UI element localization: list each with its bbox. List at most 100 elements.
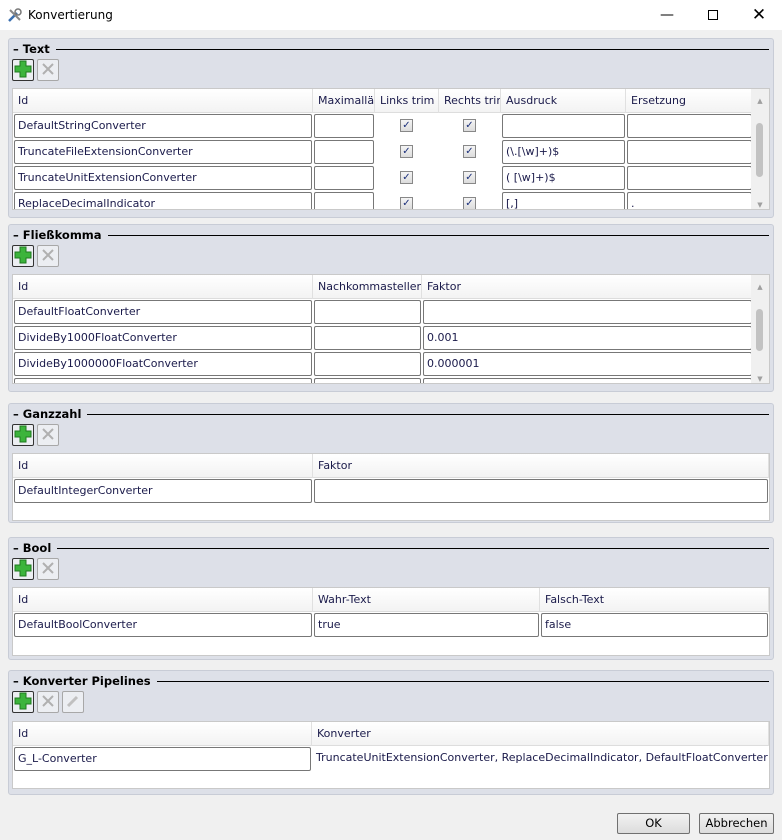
column-header[interactable]: Maximallä	[313, 89, 375, 113]
ausdruck-field[interactable]: ( [\w]+)$	[502, 166, 625, 190]
checkbox-rechts-trir[interactable]: ✓	[463, 119, 476, 132]
ersetzung-field[interactable]	[627, 166, 752, 190]
falsch-text-field[interactable]: false	[541, 613, 768, 637]
table-row: DefaultFloatConverter	[13, 299, 769, 325]
nachkommasteller-field[interactable]	[314, 326, 421, 350]
maximall--field[interactable]	[314, 140, 374, 164]
id-field[interactable]: DefaultStringConverter	[14, 114, 312, 138]
faktor-field[interactable]: 1	[423, 378, 752, 383]
scroll-down-arrow[interactable]: ▼	[751, 201, 769, 209]
delete-icon	[40, 693, 56, 712]
ok-button[interactable]: OK	[617, 813, 690, 834]
column-header[interactable]: Id	[13, 275, 313, 299]
delete-icon	[40, 61, 56, 80]
plus-icon	[14, 425, 32, 446]
id-field[interactable]: TrimTo2DecimalPl	[14, 378, 312, 383]
maximize-button[interactable]	[690, 0, 736, 30]
faktor-field[interactable]	[314, 479, 768, 503]
table-row: ReplaceDecimalIndicator ✓ ✓ [,].	[13, 191, 769, 209]
column-header[interactable]: Id	[13, 454, 313, 478]
ausdruck-field[interactable]	[502, 114, 625, 138]
maximall--field[interactable]	[314, 166, 374, 190]
column-header[interactable]: Id	[13, 722, 312, 746]
delete-integer-button	[37, 424, 59, 446]
pencil-icon	[65, 693, 81, 712]
checkbox-rechts-trir[interactable]: ✓	[463, 197, 476, 209]
checkbox-links-trim[interactable]: ✓	[400, 197, 413, 209]
konverter-field[interactable]: TruncateUnitExtensionConverter, ReplaceD…	[313, 747, 768, 771]
scrollbar-thumb[interactable]	[756, 123, 763, 177]
plus-icon	[14, 692, 32, 713]
cancel-button[interactable]: Abbrechen	[699, 813, 774, 834]
column-header[interactable]: Ausdruck	[501, 89, 626, 113]
maximall--field[interactable]	[314, 114, 374, 138]
column-header[interactable]: Faktor	[313, 454, 769, 478]
add-float-button[interactable]	[12, 245, 34, 267]
close-button[interactable]: ✕	[736, 0, 782, 30]
checkbox-links-trim[interactable]: ✓	[400, 145, 413, 158]
column-header[interactable]: Wahr-Text	[313, 588, 540, 612]
ersetzung-field[interactable]	[627, 140, 752, 164]
id-field[interactable]: DefaultBoolConverter	[14, 613, 312, 637]
table-row: DefaultBoolConverter true false	[13, 612, 769, 638]
scroll-up-arrow[interactable]: ▲	[751, 283, 769, 291]
ersetzung-field[interactable]	[627, 114, 752, 138]
nachkommasteller-field[interactable]	[314, 300, 421, 324]
checkbox-links-trim[interactable]: ✓	[400, 119, 413, 132]
column-header[interactable]: Falsch-Text	[540, 588, 769, 612]
column-header[interactable]: Id	[13, 89, 313, 113]
ausdruck-field[interactable]: [,]	[502, 192, 625, 209]
checkbox-rechts-trir[interactable]: ✓	[463, 171, 476, 184]
bool-table: Id Wahr-Text Falsch-Text DefaultBoolConvert…	[12, 587, 770, 656]
column-header[interactable]: Id	[13, 588, 313, 612]
faktor-field[interactable]: 0.000001	[423, 352, 752, 376]
column-header[interactable]: Rechts trir	[439, 89, 501, 113]
id-field[interactable]: ReplaceDecimalIndicator	[14, 192, 312, 209]
add-bool-button[interactable]	[12, 558, 34, 580]
column-header[interactable]: Konverter	[312, 722, 769, 746]
vertical-scrollbar[interactable]: ▲ ▼	[751, 89, 769, 209]
id-field[interactable]: DefaultFloatConverter	[14, 300, 312, 324]
delete-icon	[40, 560, 56, 579]
dialog-body: OK Abbrechen – Text Id Maximallä Links trim…	[0, 30, 782, 840]
section-integer: – Ganzzahl Id Faktor DefaultIntegerConverte…	[8, 403, 774, 523]
add-pipelines-button[interactable]	[12, 691, 34, 713]
delete-float-button	[37, 245, 59, 267]
scrollbar-thumb[interactable]	[756, 309, 763, 351]
delete-text-button	[37, 59, 59, 81]
nachkommasteller-field[interactable]	[314, 352, 421, 376]
add-integer-button[interactable]	[12, 424, 34, 446]
table-row: DivideBy1000FloatConverter 0.001	[13, 325, 769, 351]
wahr-text-field[interactable]: true	[314, 613, 539, 637]
vertical-scrollbar[interactable]: ▲ ▼	[751, 275, 769, 383]
section-title: – Fließkomma	[13, 228, 102, 242]
id-field[interactable]: G_L-Converter	[14, 747, 311, 771]
faktor-field[interactable]: 0.001	[423, 326, 752, 350]
scroll-up-arrow[interactable]: ▲	[751, 97, 769, 105]
maximall--field[interactable]	[314, 192, 374, 209]
checkbox-links-trim[interactable]: ✓	[400, 171, 413, 184]
checkbox-rechts-trir[interactable]: ✓	[463, 145, 476, 158]
id-field[interactable]: DivideBy1000000FloatConverter	[14, 352, 312, 376]
minimize-button[interactable]: —	[644, 0, 690, 30]
table-header: Id Wahr-Text Falsch-Text	[13, 588, 769, 612]
scroll-down-arrow[interactable]: ▼	[751, 375, 769, 383]
id-field[interactable]: TruncateUnitExtensionConverter	[14, 166, 312, 190]
column-header[interactable]: Ersetzung	[626, 89, 753, 113]
nachkommasteller-field[interactable]: 2	[314, 378, 421, 383]
column-header[interactable]: Nachkommasteller	[313, 275, 422, 299]
faktor-field[interactable]	[423, 300, 752, 324]
section-bool: – Bool Id Wahr-Text Falsch-Text DefaultBoolC…	[8, 537, 774, 660]
table-header: Id Faktor	[13, 454, 769, 478]
id-field[interactable]: TruncateFileExtensionConverter	[14, 140, 312, 164]
section-divider	[56, 49, 769, 50]
ausdruck-field[interactable]: (\.[\w]+)$	[502, 140, 625, 164]
add-text-button[interactable]	[12, 59, 34, 81]
section-title: – Text	[13, 42, 50, 56]
id-field[interactable]: DefaultIntegerConverter	[14, 479, 312, 503]
column-header[interactable]: Links trim	[375, 89, 439, 113]
id-field[interactable]: DivideBy1000FloatConverter	[14, 326, 312, 350]
ersetzung-field[interactable]: .	[627, 192, 752, 209]
column-header[interactable]: Faktor	[422, 275, 753, 299]
table-row: TruncateUnitExtensionConverter ✓ ✓ ( [\w]+)…	[13, 165, 769, 191]
